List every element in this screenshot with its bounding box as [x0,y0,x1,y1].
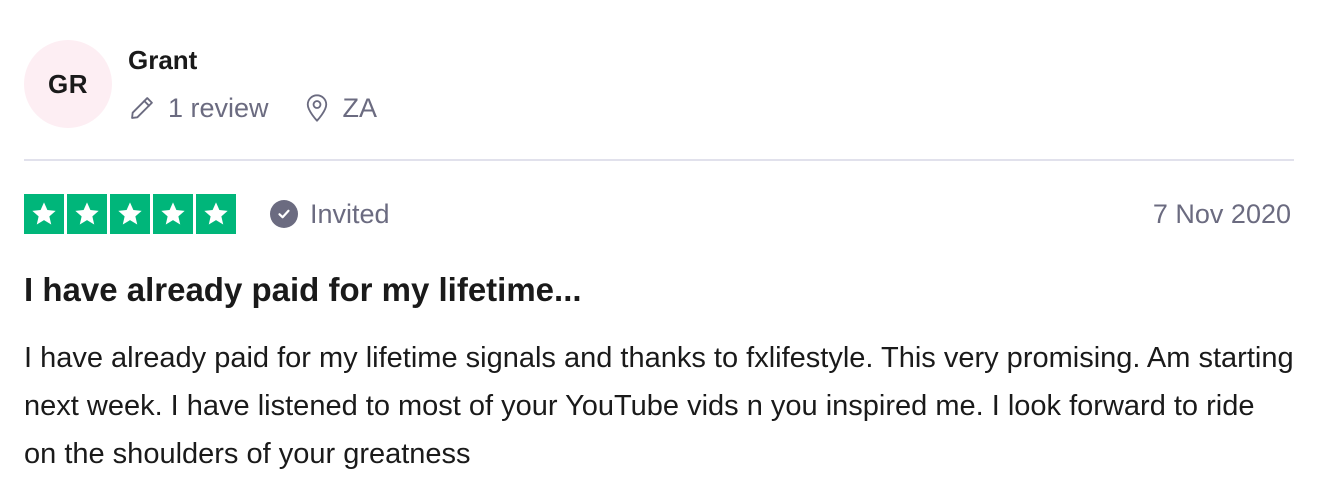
review-date: 7 Nov 2020 [1152,198,1291,229]
star-rating [24,194,236,234]
consumer-meta: 1 review ZA [128,90,377,126]
avatar-initials: GR [48,68,88,99]
star-icon [153,194,193,234]
invited-badge[interactable]: Invited [270,197,390,231]
avatar[interactable]: GR [24,40,112,128]
star-icon [196,194,236,234]
location-label: ZA [342,92,378,123]
consumer-name[interactable]: Grant [128,44,197,76]
review-body: I have already paid for my lifetime sign… [24,342,1294,470]
consumer-location: ZA [303,92,378,124]
review-card: GR Grant 1 review ZA Invited 7 Nov 2020 … [0,0,1333,490]
star-icon [67,194,107,234]
divider [24,159,1294,161]
invited-label: Invited [310,198,390,229]
location-pin-icon [303,93,331,123]
review-count: 1 review [128,93,269,124]
check-circle-icon [270,200,298,228]
star-icon [110,194,150,234]
review-count-label: 1 review [168,92,269,123]
review-title[interactable]: I have already paid for my lifetime... [24,270,582,310]
pencil-icon [128,94,156,122]
star-icon [24,194,64,234]
